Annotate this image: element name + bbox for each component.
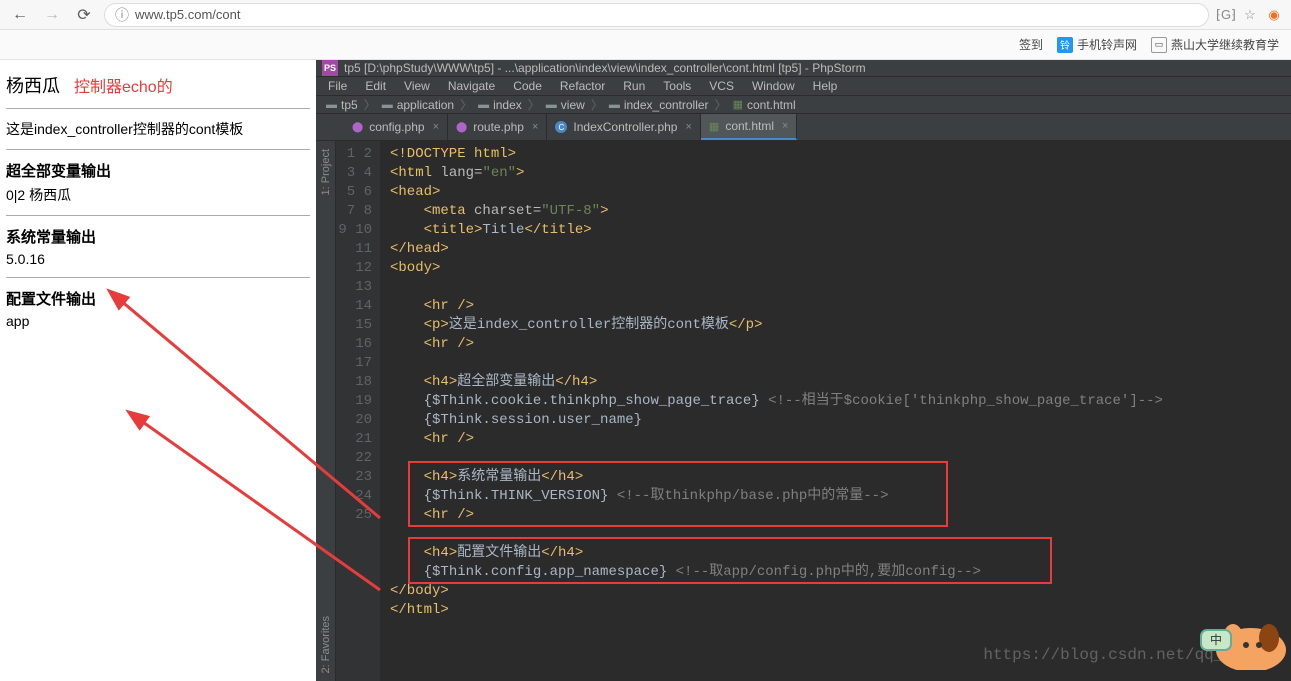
ide-tabs: ⬤config.php× ⬤route.php× CIndexControlle… — [316, 114, 1291, 141]
nav-reload-button[interactable]: ⟳ — [72, 3, 96, 27]
menu-run[interactable]: Run — [615, 77, 653, 95]
editor-wrap: 1: Project 2: Favorites 1 2 3 4 5 6 7 8 … — [316, 141, 1291, 681]
menu-tools[interactable]: Tools — [655, 77, 699, 95]
php-icon: ⬤ — [456, 122, 467, 133]
phpstorm-window: PS tp5 [D:\phpStudy\WWW\tp5] - ...\appli… — [316, 60, 1291, 670]
svg-text:中: 中 — [1210, 632, 1222, 647]
close-icon[interactable]: × — [782, 120, 788, 132]
ide-title-text: tp5 [D:\phpStudy\WWW\tp5] - ...\applicat… — [344, 61, 866, 75]
menu-refactor[interactable]: Refactor — [552, 77, 613, 95]
menu-vcs[interactable]: VCS — [701, 77, 742, 95]
folder-icon: ▬ — [546, 99, 557, 111]
menu-help[interactable]: Help — [805, 77, 846, 95]
ide-title-bar: PS tp5 [D:\phpStudy\WWW\tp5] - ...\appli… — [316, 60, 1291, 77]
php-icon: ⬤ — [352, 122, 363, 133]
ide-sidebar-tabs: 1: Project 2: Favorites — [316, 141, 336, 681]
bc-view[interactable]: ▬view — [542, 98, 589, 112]
nav-back-button[interactable]: ← — [8, 3, 32, 27]
close-icon[interactable]: × — [685, 121, 691, 133]
gutter: 1 2 3 4 5 6 7 8 9 10 11 12 13 14 15 16 1… — [336, 141, 380, 681]
value-conf: app — [6, 313, 310, 329]
html-icon: ▦ — [709, 120, 719, 133]
menu-file[interactable]: File — [320, 77, 355, 95]
menu-edit[interactable]: Edit — [357, 77, 394, 95]
tab-config[interactable]: ⬤config.php× — [344, 114, 448, 140]
project-tab[interactable]: 1: Project — [320, 149, 332, 195]
url-bar[interactable]: ⓘ www.tp5.com/cont — [104, 3, 1209, 27]
echo-note: 控制器echo的 — [74, 79, 173, 96]
close-icon[interactable]: × — [532, 121, 538, 133]
class-icon: C — [555, 121, 567, 133]
heading-sys: 系统常量输出 — [6, 226, 310, 247]
bookmark-bar: 签到 铃手机铃声网 ▭燕山大学继续教育学 — [0, 30, 1291, 60]
mascot-icon: 中 — [1171, 590, 1291, 670]
heading-conf: 配置文件输出 — [6, 288, 310, 309]
browser-toolbar: ← → ⟳ ⓘ www.tp5.com/cont ⁅G⁆ ☆ ◉ — [0, 0, 1291, 30]
favorites-tab[interactable]: 2: Favorites — [320, 616, 332, 673]
menu-window[interactable]: Window — [744, 77, 803, 95]
value-super: 0|2 杨西瓜 — [6, 185, 310, 205]
menu-navigate[interactable]: Navigate — [440, 77, 503, 95]
info-icon: ⓘ — [115, 5, 129, 25]
page-name: 杨西瓜控制器echo的 — [6, 72, 310, 98]
tab-route[interactable]: ⬤route.php× — [448, 114, 547, 140]
bc-file[interactable]: ▦cont.html — [729, 98, 800, 112]
ide-breadcrumb: ▬tp5〉 ▬application〉 ▬index〉 ▬view〉 ▬inde… — [316, 96, 1291, 114]
close-icon[interactable]: × — [433, 121, 439, 133]
code-area[interactable]: <!DOCTYPE html> <html lang="en"> <head> … — [380, 141, 1291, 681]
tab-conthtml[interactable]: ▦cont.html× — [701, 114, 798, 140]
url-text: www.tp5.com/cont — [135, 7, 241, 22]
extension-icons: ⁅G⁆ ☆ ◉ — [1217, 6, 1283, 24]
editor[interactable]: 1 2 3 4 5 6 7 8 9 10 11 12 13 14 15 16 1… — [336, 141, 1291, 681]
folder-icon: ▬ — [326, 99, 337, 111]
doc-icon: ▭ — [1151, 37, 1167, 53]
menu-code[interactable]: Code — [505, 77, 550, 95]
bc-app[interactable]: ▬application — [378, 98, 458, 112]
bookmark-sign[interactable]: 签到 — [1019, 36, 1043, 53]
translate-icon[interactable]: ⁅G⁆ — [1217, 6, 1235, 24]
folder-icon: ▬ — [382, 99, 393, 111]
tab-indexcontroller[interactable]: CIndexController.php× — [547, 114, 701, 140]
folder-icon: ▬ — [609, 99, 620, 111]
heading-super: 超全部变量输出 — [6, 160, 310, 181]
bookmark-edu[interactable]: ▭燕山大学继续教育学 — [1151, 36, 1279, 53]
nav-fwd-button[interactable]: → — [40, 3, 64, 27]
menu-view[interactable]: View — [396, 77, 438, 95]
bc-ctrl[interactable]: ▬index_controller — [605, 98, 713, 112]
rendered-page: 杨西瓜控制器echo的 这是index_controller控制器的cont模板… — [0, 60, 316, 670]
phpstorm-icon: PS — [322, 60, 338, 76]
ring-icon: 铃 — [1057, 37, 1073, 53]
bc-root[interactable]: ▬tp5 — [322, 98, 362, 112]
bookmark-ring[interactable]: 铃手机铃声网 — [1057, 36, 1137, 53]
folder-icon: ▬ — [478, 99, 489, 111]
star-icon[interactable]: ☆ — [1241, 6, 1259, 24]
page-desc: 这是index_controller控制器的cont模板 — [6, 119, 310, 139]
value-sys: 5.0.16 — [6, 251, 310, 267]
html-icon: ▦ — [733, 98, 743, 111]
extension-icon[interactable]: ◉ — [1265, 6, 1283, 24]
ide-menu-bar: File Edit View Navigate Code Refactor Ru… — [316, 77, 1291, 96]
bc-index[interactable]: ▬index — [474, 98, 526, 112]
